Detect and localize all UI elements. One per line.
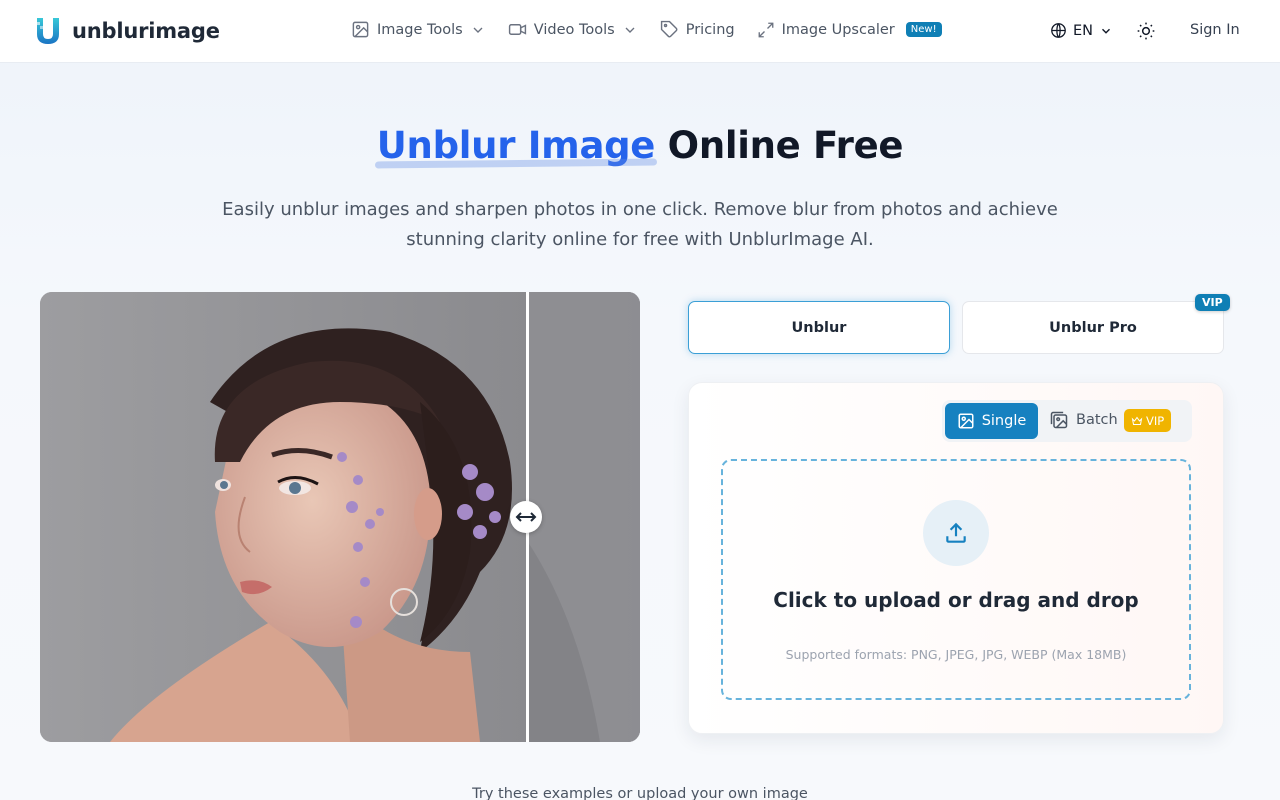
before-after-compare[interactable] [40,292,640,742]
single-label: Single [981,413,1027,429]
image-icon [958,413,974,429]
site-logo[interactable]: unblurimage [34,16,220,46]
language-selector[interactable]: EN [1050,22,1113,39]
chevron-down-icon [473,27,483,33]
nav-label: Video Tools [533,21,615,38]
theme-toggle-button[interactable] [1136,21,1156,45]
main-nav: Image Tools Video Tools Pricing Image Up… [351,20,964,39]
page-title-accent: Unblur Image [376,124,656,167]
sun-icon [1137,22,1155,40]
vip-badge: VIP [1195,294,1230,311]
nav-pricing[interactable]: Pricing [660,20,735,39]
crown-icon [1131,416,1143,425]
supported-formats-text: Supported formats: PNG, JPEG, JPG, WEBP … [785,647,1127,662]
sign-in-link[interactable]: Sign In [1190,22,1240,38]
batch-label: Batch [1076,412,1118,428]
logo-icon [37,18,59,44]
examples-heading: Try these examples or upload your own im… [472,786,808,800]
batch-upload-button[interactable]: Batch [1049,410,1118,430]
expand-icon [758,22,774,37]
nav-image-upscaler[interactable]: Image Upscaler New! [757,21,942,39]
upload-icon [946,522,966,543]
images-icon [1050,411,1068,429]
single-upload-button[interactable]: Single [945,403,1038,439]
tab-unblur[interactable]: Unblur [688,301,950,354]
language-label: EN [1073,22,1094,39]
top-navbar: unblurimage Image Tools Video Tools Pric… [0,0,1280,63]
tab-unblur-pro[interactable]: Unblur Pro [962,301,1224,354]
nav-image-tools[interactable]: Image Tools [351,20,486,39]
nav-label: Pricing [685,21,735,38]
upload-dropzone[interactable] [721,459,1191,700]
nav-label: Image Tools [377,21,463,38]
video-icon [508,24,526,35]
tag-icon [660,20,678,38]
upload-button[interactable] [923,500,989,566]
vip-label: VIP [1146,413,1165,428]
sample-portrait-image [40,292,640,742]
chevron-down-icon [625,27,635,33]
nav-video-tools[interactable]: Video Tools [508,20,638,39]
logo-text: unblurimage [72,19,220,43]
batch-vip-badge: VIP [1124,409,1172,432]
compare-slider-handle[interactable] [510,501,542,533]
page-title-rest: Online Free [655,124,904,167]
chevron-down-icon [1102,28,1111,34]
page-title: Unblur Image Online Free [0,124,1280,167]
left-right-arrow-icon [515,512,537,522]
nav-label: Image Upscaler [781,21,895,38]
image-icon [352,21,369,38]
globe-icon [1051,23,1066,38]
new-badge: New! [905,22,942,37]
upload-cta-text: Click to upload or drag and drop [773,588,1139,612]
page-subtitle: Easily unblur images and sharpen photos … [222,199,1058,250]
